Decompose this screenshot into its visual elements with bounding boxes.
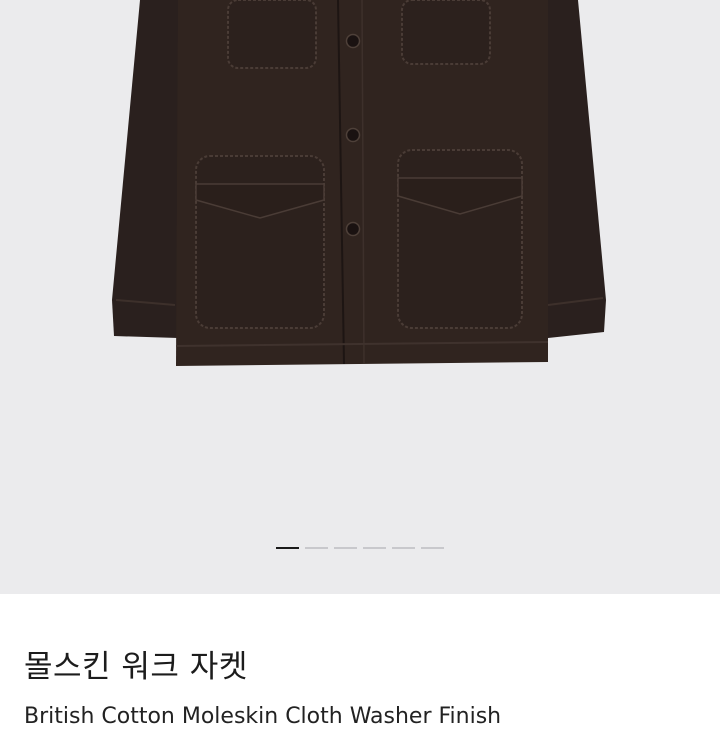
slide-dot-4[interactable]: [363, 547, 386, 549]
slide-dot-2[interactable]: [305, 547, 328, 549]
slide-dot-6[interactable]: [421, 547, 444, 549]
slide-dot-1[interactable]: [276, 547, 299, 549]
product-subtitle: British Cotton Moleskin Cloth Washer Fin…: [24, 704, 502, 729]
slide-indicator[interactable]: [0, 547, 720, 549]
product-photo: [112, 0, 606, 366]
jacket-illustration: [112, 0, 606, 366]
product-image-gallery[interactable]: [0, 0, 720, 594]
slide-dot-5[interactable]: [392, 547, 415, 549]
product-title: 몰스킨 워크 자켓: [24, 649, 248, 685]
slide-dot-3[interactable]: [334, 547, 357, 549]
